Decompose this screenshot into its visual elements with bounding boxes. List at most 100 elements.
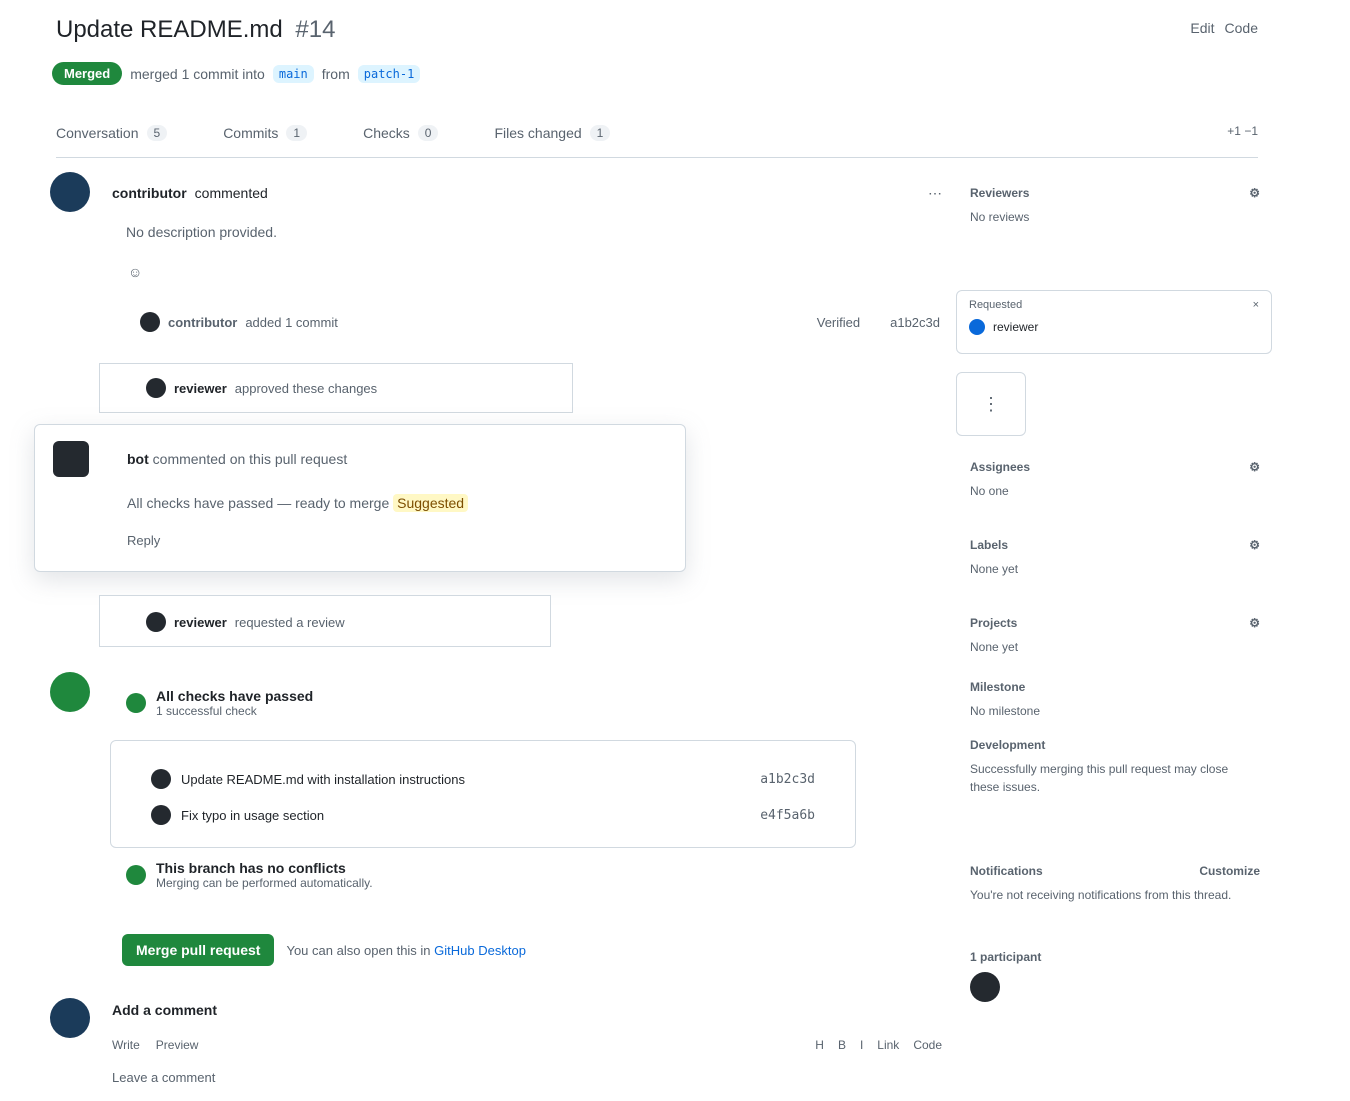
review-comment-card: bot commented on this pull request All c… <box>34 424 686 572</box>
close-icon[interactable]: × <box>1253 299 1259 311</box>
review-author[interactable]: bot <box>127 451 149 467</box>
sidebar-label: Development <box>970 738 1046 752</box>
event-action: added 1 commit <box>245 314 338 330</box>
avatar <box>969 319 985 335</box>
review-body: All checks have passed — ready to merge … <box>127 494 469 512</box>
code-button[interactable]: Code <box>1225 20 1258 36</box>
avatar <box>151 769 171 789</box>
comment-input[interactable]: Leave a comment <box>112 1070 942 1085</box>
tab-label: Files changed <box>494 124 582 141</box>
tab-checks[interactable]: Checks 0 <box>363 118 439 157</box>
timeline-event-card: reviewer requested a review <box>100 596 550 646</box>
check-icon <box>126 693 146 713</box>
tab-preview[interactable]: Preview <box>156 1038 199 1052</box>
italic-button[interactable]: I <box>860 1038 863 1052</box>
sidebar-label: Milestone <box>970 680 1026 694</box>
code-button[interactable]: Code <box>913 1038 942 1052</box>
list-item[interactable]: Fix typo in usage section e4f5a6b <box>151 797 815 833</box>
base-branch[interactable]: main <box>272 64 314 83</box>
checks-status[interactable]: All checks have passed 1 successful chec… <box>126 688 313 718</box>
sidebar-projects: Projects ⚙ None yet <box>970 616 1260 656</box>
event-author[interactable]: contributor <box>168 315 237 330</box>
verified-badge[interactable]: Verified <box>817 315 860 330</box>
merge-button[interactable]: Merge pull request <box>122 934 275 966</box>
gear-icon[interactable]: ⚙ <box>1249 460 1260 474</box>
bot-avatar[interactable] <box>53 441 89 477</box>
review-header: bot commented on this pull request <box>127 451 347 467</box>
pull-request-page: Update README.md #14 Edit Code Merged me… <box>0 0 1350 1101</box>
pr-title-text: Update README.md <box>56 16 283 43</box>
heading-button[interactable]: H <box>815 1038 824 1052</box>
event-author[interactable]: reviewer <box>174 381 227 396</box>
list-item[interactable]: Update README.md with installation instr… <box>151 761 815 797</box>
commit-sha[interactable]: e4f5a6b <box>760 808 815 823</box>
gear-icon[interactable]: ⚙ <box>1249 538 1260 552</box>
bold-button[interactable]: B <box>838 1038 846 1052</box>
sidebar-label: Labels <box>970 538 1009 552</box>
comment-header: contributor commented ⋯ <box>112 176 942 210</box>
more-options-icon[interactable]: ⋯ <box>928 185 942 202</box>
sidebar-value: No reviews <box>970 210 1030 224</box>
sidebar-label: Assignees <box>970 460 1031 474</box>
gear-icon[interactable]: ⚙ <box>1249 186 1260 200</box>
tab-write[interactable]: Write <box>112 1038 140 1052</box>
merge-row: Merge pull request You can also open thi… <box>122 934 526 966</box>
head-branch[interactable]: patch-1 <box>357 64 421 83</box>
avatar[interactable] <box>50 998 90 1038</box>
sidebar-development: Development Successfully merging this pu… <box>970 738 1260 796</box>
avatar[interactable] <box>970 972 1000 1002</box>
reviewer-card-label: Requested <box>969 299 1023 311</box>
new-comment: Add a comment Write Preview H B I Link C… <box>112 1002 942 1085</box>
sidebar-label: 1 participant <box>970 950 1042 964</box>
sidebar-value: None yet <box>970 562 1019 576</box>
avatar[interactable] <box>140 312 160 332</box>
sidebar-participants: 1 participant <box>970 950 1260 1005</box>
checks-subtitle: 1 successful check <box>156 704 257 718</box>
merge-summary: merged 1 commit into <box>130 65 265 82</box>
avatar[interactable] <box>146 612 166 632</box>
merge-status-icon <box>50 672 90 712</box>
commit-list: Update README.md with installation instr… <box>110 740 856 848</box>
reviewer-name[interactable]: reviewer <box>993 320 1038 334</box>
tab-label: Checks <box>363 124 410 141</box>
avatar[interactable] <box>50 172 90 212</box>
timeline-event: contributor added 1 commit Verified a1b2… <box>140 312 940 332</box>
reply-link[interactable]: Reply <box>127 533 160 548</box>
commit-message: Update README.md with installation instr… <box>181 771 465 787</box>
gear-icon[interactable]: ⚙ <box>1249 616 1260 630</box>
avatar[interactable] <box>146 378 166 398</box>
tab-files-changed[interactable]: Files changed 1 <box>494 118 611 157</box>
link-button[interactable]: Link <box>877 1038 899 1052</box>
event-author[interactable]: reviewer <box>174 615 227 630</box>
sidebar-value: No one <box>970 484 1009 498</box>
commit-sha[interactable]: a1b2c3d <box>890 315 940 330</box>
timeline-event-card: reviewer approved these changes <box>100 364 572 412</box>
review-action: commented on this pull request <box>152 451 348 467</box>
tab-commits[interactable]: Commits 1 <box>223 118 308 157</box>
pending-icon[interactable]: ⋮ <box>956 372 1026 436</box>
avatar <box>151 805 171 825</box>
checks-title: All checks have passed <box>156 688 314 704</box>
add-reaction-icon[interactable]: ☺ <box>128 264 142 280</box>
sidebar-value: You're not receiving notifications from … <box>970 888 1232 902</box>
review-text: All checks have passed — ready to merge <box>127 495 390 511</box>
commit-sha[interactable]: a1b2c3d <box>760 772 815 787</box>
merge-note-text: You can also open this in <box>286 942 431 958</box>
edit-button[interactable]: Edit <box>1190 20 1214 36</box>
desktop-link[interactable]: GitHub Desktop <box>434 943 526 958</box>
merge-note: You can also open this in GitHub Desktop <box>286 943 525 958</box>
from-text: from <box>321 65 350 82</box>
customize-button[interactable]: Customize <box>1199 864 1260 878</box>
status-row: Merged merged 1 commit into main from pa… <box>52 62 421 85</box>
sidebar-assignees: Assignees ⚙ No one <box>970 460 1260 500</box>
pr-tabs: Conversation 5 Commits 1 Checks 0 Files … <box>56 118 1258 158</box>
reviewer-card: Requested × reviewer <box>956 290 1272 354</box>
sidebar-milestone: Milestone No milestone <box>970 680 1260 720</box>
new-comment-title: Add a comment <box>112 1002 218 1018</box>
comment-author[interactable]: contributor <box>112 185 187 201</box>
status-badge: Merged <box>52 62 123 85</box>
sidebar-labels: Labels ⚙ None yet <box>970 538 1260 578</box>
tab-conversation[interactable]: Conversation 5 <box>56 118 168 157</box>
tab-count: 0 <box>417 124 439 141</box>
sidebar-value: No milestone <box>970 704 1041 718</box>
